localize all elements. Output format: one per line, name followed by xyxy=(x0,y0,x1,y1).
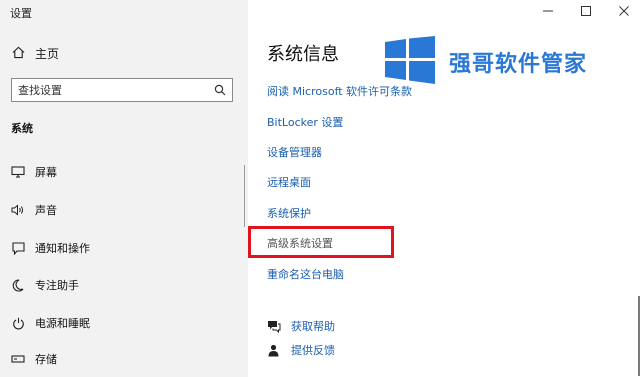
sidebar: 设置 主页 系统 屏幕 声音 通知和操作 专注助手 xyxy=(0,0,248,377)
sidebar-item-label: 通知和操作 xyxy=(35,242,90,255)
sidebar-item-label: 屏幕 xyxy=(35,166,57,179)
close-button[interactable] xyxy=(605,0,643,22)
sidebar-item-sound[interactable]: 声音 xyxy=(0,197,248,223)
power-icon xyxy=(11,316,25,330)
notification-icon xyxy=(11,241,25,255)
link-remote-desktop[interactable]: 远程桌面 xyxy=(267,174,311,190)
sidebar-item-label: 专注助手 xyxy=(35,279,79,292)
link-system-protection[interactable]: 系统保护 xyxy=(267,205,311,221)
get-help-label: 获取帮助 xyxy=(291,320,335,333)
brand-text: 强哥软件管家 xyxy=(449,52,588,77)
search-icon[interactable] xyxy=(214,84,226,96)
storage-icon xyxy=(11,352,25,366)
scrollbar[interactable] xyxy=(638,296,640,376)
search-box xyxy=(11,78,233,102)
help-chat-icon xyxy=(267,319,281,333)
close-icon xyxy=(619,6,629,16)
feedback-icon xyxy=(267,343,281,357)
app-title: 设置 xyxy=(10,7,32,20)
get-help-link[interactable]: 获取帮助 xyxy=(267,318,335,334)
home-label: 主页 xyxy=(35,47,60,61)
main-content: 系统信息 强哥软件管家 阅读 Microsoft 软件许可条款 BitLocke… xyxy=(248,0,643,377)
sidebar-item-power[interactable]: 电源和睡眠 xyxy=(0,310,248,336)
moon-icon xyxy=(11,278,25,292)
minimize-icon xyxy=(543,10,553,12)
sidebar-item-focus-assist[interactable]: 专注助手 xyxy=(0,272,248,298)
window-controls xyxy=(529,0,643,22)
sidebar-item-label: 声音 xyxy=(35,204,57,217)
sidebar-item-home[interactable]: 主页 xyxy=(12,45,59,62)
sidebar-item-label: 电源和睡眠 xyxy=(35,317,90,330)
monitor-icon xyxy=(11,165,25,179)
link-rename-pc[interactable]: 重命名这台电脑 xyxy=(267,266,344,282)
search-input[interactable] xyxy=(12,82,200,98)
brand-watermark: 强哥软件管家 xyxy=(385,36,587,88)
sidebar-item-notifications[interactable]: 通知和操作 xyxy=(0,235,248,261)
sidebar-item-display[interactable]: 屏幕 xyxy=(0,159,248,185)
link-license-terms[interactable]: 阅读 Microsoft 软件许可条款 xyxy=(267,83,412,99)
feedback-link[interactable]: 提供反馈 xyxy=(267,342,335,358)
link-device-manager[interactable]: 设备管理器 xyxy=(267,144,322,160)
sidebar-item-label: 存储 xyxy=(35,353,57,366)
speaker-icon xyxy=(11,203,25,217)
sidebar-divider xyxy=(244,165,245,227)
maximize-button[interactable] xyxy=(567,0,605,22)
minimize-button[interactable] xyxy=(529,0,567,22)
highlight-box xyxy=(248,226,394,258)
home-icon xyxy=(12,46,35,62)
section-label: 系统 xyxy=(11,122,33,135)
feedback-label: 提供反馈 xyxy=(291,344,335,357)
maximize-icon xyxy=(581,6,591,16)
sidebar-item-storage[interactable]: 存储 xyxy=(0,346,248,372)
windows-logo-icon xyxy=(385,36,435,88)
page-title: 系统信息 xyxy=(267,44,339,65)
link-bitlocker[interactable]: BitLocker 设置 xyxy=(267,114,343,130)
